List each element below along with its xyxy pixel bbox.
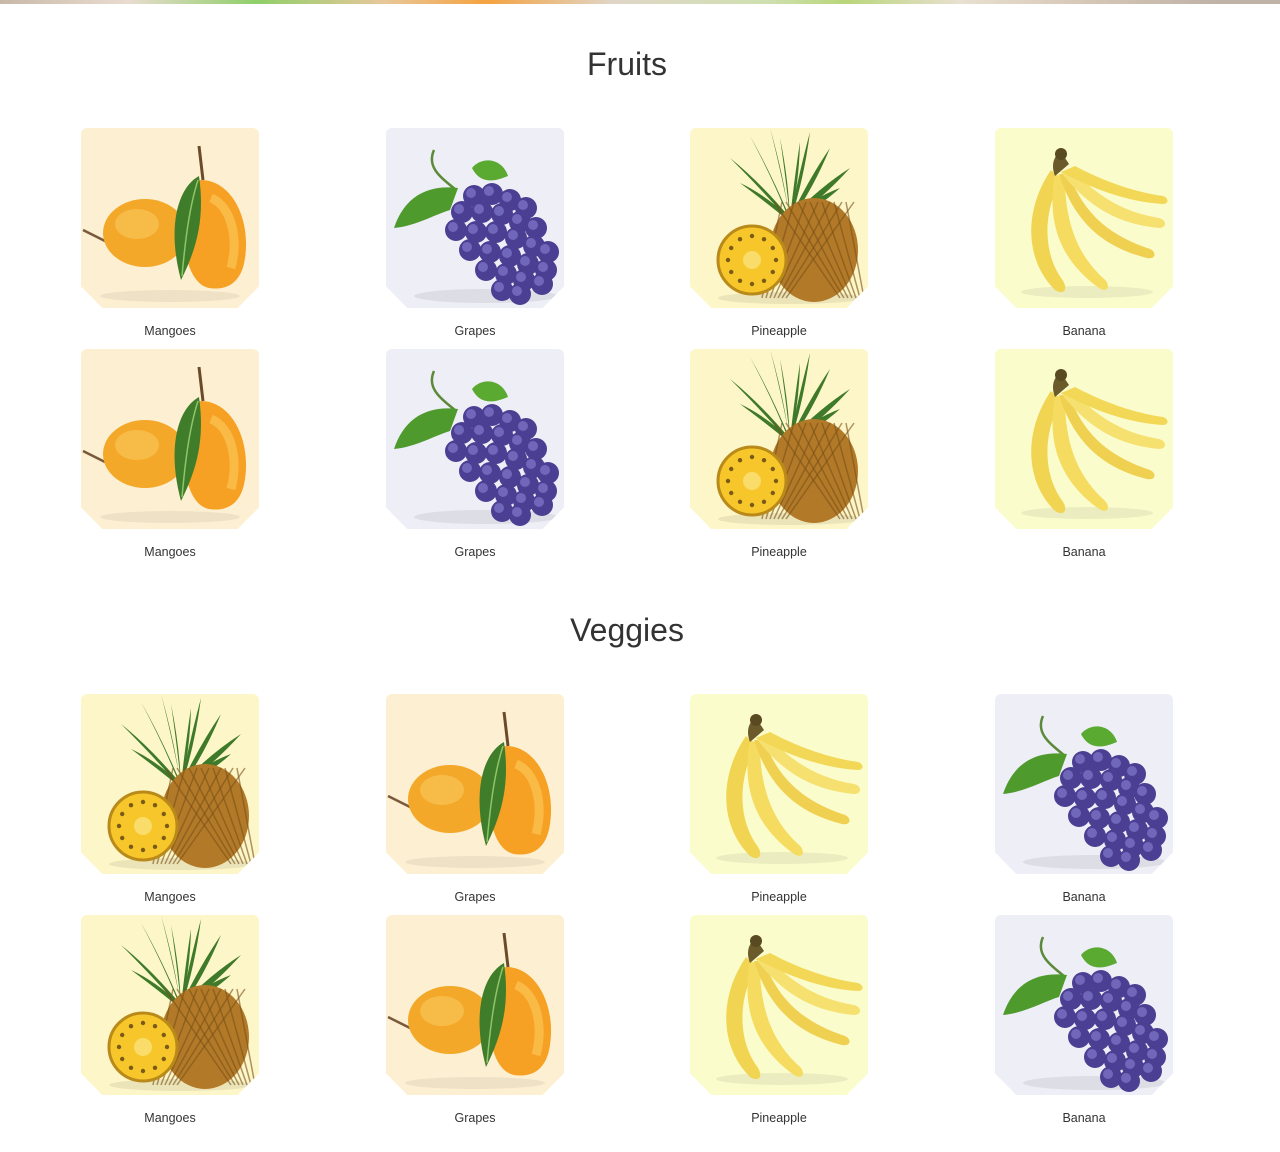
section-title-veggies: Veggies [570, 612, 684, 648]
product-label: Pineapple [751, 324, 807, 338]
grapes-icon [386, 349, 564, 529]
product-label: Pineapple [751, 890, 807, 904]
product-card[interactable]: Pineapple [684, 349, 874, 559]
product-label: Grapes [454, 1111, 496, 1125]
product-label: Banana [1062, 890, 1106, 904]
product-label: Banana [1062, 545, 1106, 559]
product-label: Pineapple [751, 1111, 807, 1125]
product-card[interactable]: Mangoes [75, 349, 265, 559]
product-label: Grapes [454, 324, 496, 338]
banana-icon [995, 349, 1173, 529]
product-card[interactable]: Banana [989, 915, 1179, 1125]
product-label: Pineapple [751, 545, 807, 559]
pineapple-icon [690, 349, 868, 529]
grapes-icon [386, 128, 564, 308]
product-card[interactable]: Banana [989, 694, 1179, 904]
product-card[interactable]: Grapes [380, 694, 570, 904]
grapes-icon [995, 694, 1173, 874]
product-card[interactable]: Grapes [380, 915, 570, 1125]
product-card[interactable]: Mangoes [75, 694, 265, 904]
product-card[interactable]: Pineapple [684, 694, 874, 904]
product-card[interactable]: Pineapple [684, 915, 874, 1125]
banana-icon [690, 915, 868, 1095]
product-label: Mangoes [144, 545, 196, 559]
product-label: Mangoes [144, 1111, 196, 1125]
product-card[interactable]: Grapes [380, 128, 570, 338]
product-card[interactable]: Banana [989, 349, 1179, 559]
banana-icon [690, 694, 868, 874]
product-card[interactable]: Mangoes [75, 128, 265, 338]
mango-icon [81, 128, 259, 308]
mango-icon [386, 915, 564, 1095]
product-label: Mangoes [144, 890, 196, 904]
pineapple-icon [690, 128, 868, 308]
product-label: Grapes [454, 545, 496, 559]
grapes-icon [995, 915, 1173, 1095]
product-label: Banana [1062, 324, 1106, 338]
mango-icon [386, 694, 564, 874]
product-card[interactable]: Mangoes [75, 915, 265, 1125]
mango-icon [81, 349, 259, 529]
pineapple-icon [81, 915, 259, 1095]
product-card[interactable]: Pineapple [684, 128, 874, 338]
product-label: Grapes [454, 890, 496, 904]
product-label: Banana [1062, 1111, 1106, 1125]
product-card[interactable]: Banana [989, 128, 1179, 338]
section-title-fruits: Fruits [587, 46, 667, 82]
hero-image-strip [0, 0, 1280, 4]
pineapple-icon [81, 694, 259, 874]
banana-icon [995, 128, 1173, 308]
product-label: Mangoes [144, 324, 196, 338]
product-card[interactable]: Grapes [380, 349, 570, 559]
